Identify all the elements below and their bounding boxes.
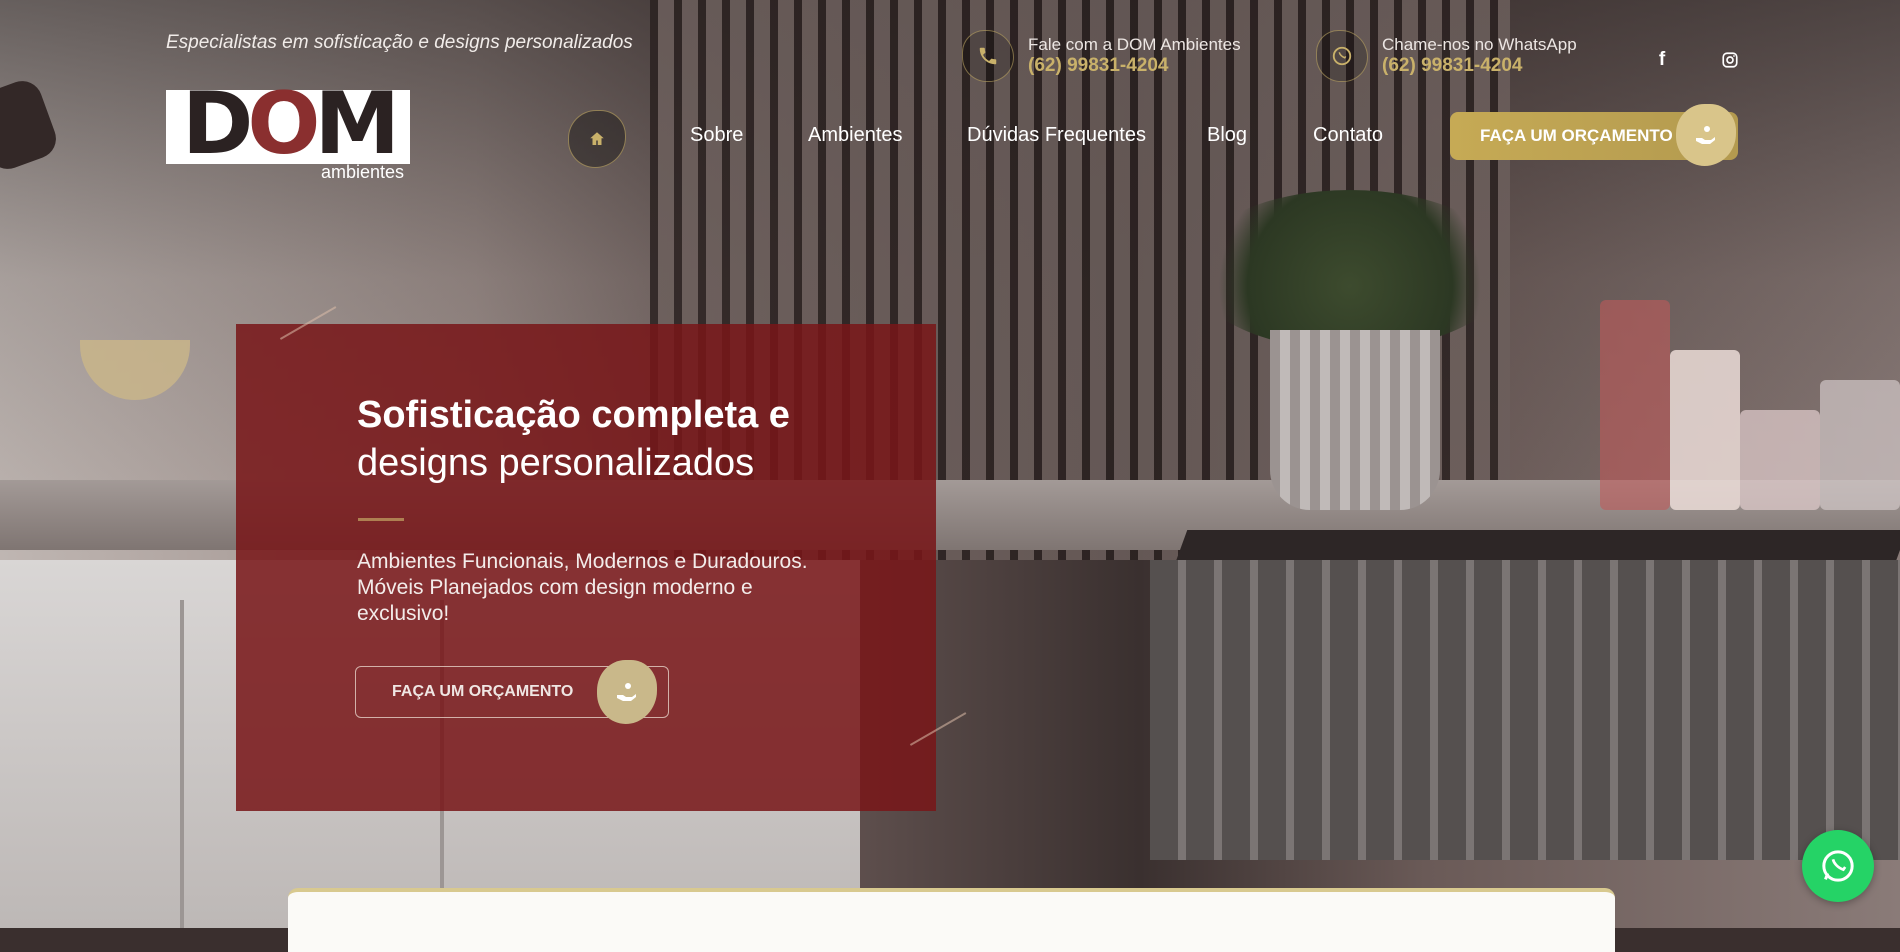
- whatsapp-icon: [1316, 30, 1368, 82]
- nav-link-sobre[interactable]: Sobre: [690, 124, 743, 147]
- instagram-icon[interactable]: [1718, 48, 1742, 72]
- perfume-bottle: [1740, 410, 1820, 510]
- plant-pot: [1270, 330, 1440, 510]
- quote-button-hero-label: FAÇA UM ORÇAMENTO: [392, 683, 574, 700]
- hero-headline-light: designs personalizados: [357, 442, 755, 484]
- facebook-icon[interactable]: f: [1650, 48, 1674, 72]
- logo[interactable]: DOM ambientes: [166, 81, 410, 184]
- contact-whatsapp[interactable]: Chame-nos no WhatsApp (62) 99831-4204: [1316, 30, 1577, 82]
- hero-description: Ambientes Funcionais, Modernos e Duradou…: [357, 550, 808, 625]
- nav-link-duvidas[interactable]: Dúvidas Frequentes: [967, 124, 1146, 147]
- quote-button-header-label: FAÇA UM ORÇAMENTO: [1480, 126, 1673, 145]
- hero-headline-bold: Sofisticação completa e: [357, 394, 790, 436]
- contact-phone-label: Fale com a DOM Ambientes: [1028, 35, 1241, 54]
- vanity-slats: [1150, 560, 1900, 860]
- tagline: Especialistas em sofisticação e designs …: [166, 32, 633, 53]
- nav-link-contato[interactable]: Contato: [1313, 124, 1383, 147]
- logo-wordmark: DOM: [181, 74, 400, 174]
- contact-whatsapp-label: Chame-nos no WhatsApp: [1382, 35, 1577, 54]
- nav-link-blog[interactable]: Blog: [1207, 124, 1247, 147]
- next-section-panel: [288, 888, 1615, 952]
- contact-phone[interactable]: Fale com a DOM Ambientes (62) 99831-4204: [962, 30, 1241, 82]
- hero-divider: [358, 518, 404, 521]
- perfume-bottle: [1820, 380, 1900, 510]
- perfume-bottle: [1670, 350, 1740, 510]
- cabinet-divider: [180, 600, 184, 928]
- perfume-bottle: [1600, 300, 1670, 510]
- plant: [1190, 190, 1510, 350]
- phone-icon: [962, 30, 1014, 82]
- nav-link-ambientes[interactable]: Ambientes: [808, 124, 903, 147]
- contact-phone-number[interactable]: (62) 99831-4204: [1028, 55, 1241, 77]
- whatsapp-float-button[interactable]: [1802, 830, 1874, 902]
- contact-whatsapp-number[interactable]: (62) 99831-4204: [1382, 55, 1577, 77]
- logo-subtitle: ambientes: [320, 162, 404, 182]
